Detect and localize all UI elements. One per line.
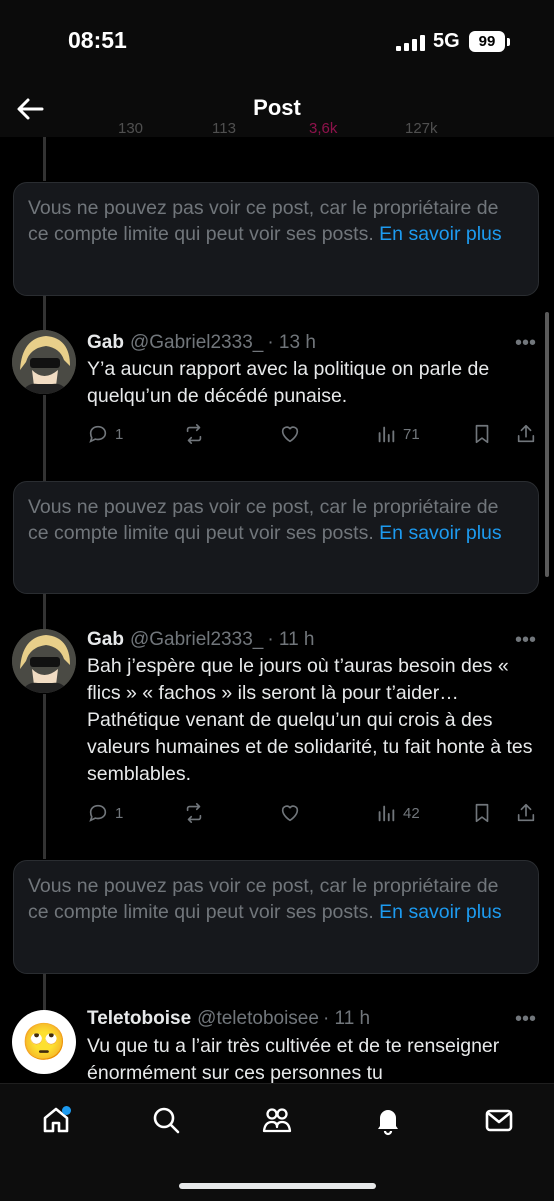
author-handle[interactable]: @Gabriel2333_ — [130, 332, 263, 353]
avatar[interactable] — [12, 629, 76, 693]
tweet-header: Gab @Gabriel2333_ · 11 h — [87, 629, 315, 651]
messages-icon — [485, 1109, 513, 1132]
repost-button[interactable] — [183, 800, 205, 826]
bookmark-button[interactable] — [471, 800, 493, 826]
restricted-post-notice: Vous ne pouvez pas voir ce post, car le … — [13, 860, 539, 974]
reply-button[interactable]: 1 — [87, 800, 123, 826]
tab-messages[interactable] — [477, 1098, 521, 1142]
views-button[interactable]: 42 — [375, 800, 420, 826]
share-icon — [517, 803, 535, 822]
thread-line — [43, 296, 46, 330]
more-options-icon[interactable]: ••• — [515, 1009, 539, 1029]
communities-icon — [262, 1108, 292, 1133]
battery-tip — [507, 38, 510, 46]
bookmark-icon — [475, 424, 489, 444]
reply-count: 1 — [115, 425, 124, 443]
tab-notifications[interactable] — [366, 1098, 410, 1142]
reply-count: 1 — [115, 804, 124, 822]
tab-communities[interactable] — [255, 1098, 299, 1142]
tweet-actions: 1 42 — [87, 800, 539, 826]
author-name[interactable]: Gab — [87, 332, 124, 353]
home-indicator[interactable] — [179, 1183, 376, 1189]
tweet-header: Teletoboise @teletoboisee · 11 h — [87, 1008, 370, 1030]
tab-search[interactable] — [144, 1098, 188, 1142]
avatar[interactable]: 🙄 — [12, 1010, 76, 1074]
author-handle[interactable]: @Gabriel2333_ — [130, 629, 263, 650]
tweet-time: · 13 h — [267, 332, 316, 353]
author-name[interactable]: Gab — [87, 629, 124, 650]
peek-reposts: 113 — [212, 120, 236, 137]
previous-actions-peek: 130 113 3,6k 127k — [0, 120, 554, 144]
bookmark-button[interactable] — [471, 421, 493, 447]
like-button[interactable] — [279, 800, 301, 826]
peek-views: 127k — [405, 120, 438, 137]
views-count: 71 — [403, 425, 420, 443]
tweet-text: Bah j’espère que le jours où t’auras bes… — [87, 655, 533, 785]
views-icon — [378, 805, 395, 822]
status-time: 08:51 — [68, 27, 127, 53]
repost-icon — [186, 424, 202, 444]
status-bar: 08:51 5G 99 — [0, 0, 554, 85]
reply-tweet[interactable]: Gab @Gabriel2333_ · 13 h ••• Y’a aucun rap… — [0, 330, 554, 480]
reply-icon — [89, 804, 107, 822]
more-options-icon[interactable]: ••• — [515, 333, 539, 353]
tab-home[interactable] — [34, 1098, 78, 1142]
like-icon — [281, 426, 299, 443]
bookmark-icon — [475, 803, 489, 823]
tweet-time: · 11 h — [322, 1008, 371, 1029]
page-title: Post — [253, 95, 301, 120]
avatar-image — [12, 629, 76, 693]
network-label: 5G — [433, 30, 460, 52]
avatar-image — [12, 330, 76, 394]
views-button[interactable]: 71 — [375, 421, 420, 447]
repost-icon — [186, 803, 202, 823]
notifications-icon — [378, 1110, 398, 1136]
repost-button[interactable] — [183, 421, 205, 447]
views-icon — [378, 426, 395, 443]
learn-more-link[interactable]: En savoir plus — [379, 223, 501, 245]
author-name[interactable]: Teletoboise — [87, 1008, 191, 1029]
thread-line — [43, 594, 46, 630]
share-icon — [517, 424, 535, 443]
signal-icon — [396, 35, 425, 51]
reply-tweet[interactable]: Gab @Gabriel2333_ · 11 h ••• Bah j’espère … — [0, 629, 554, 859]
tweet-text: Vu que tu a l’air très cultivée et de te… — [87, 1035, 500, 1083]
peek-replies: 130 — [118, 120, 144, 137]
avatar[interactable] — [12, 330, 76, 394]
thread-line — [43, 974, 46, 1010]
battery-icon: 99 — [469, 31, 505, 52]
tweet-actions: 1 71 — [87, 421, 539, 447]
learn-more-link[interactable]: En savoir plus — [379, 901, 501, 923]
notification-dot — [62, 1106, 71, 1115]
peek-likes: 3,6k — [309, 120, 338, 137]
search-icon — [153, 1107, 180, 1134]
reply-icon — [89, 425, 107, 443]
thread-line — [43, 137, 46, 181]
restricted-post-notice: Vous ne pouvez pas voir ce post, car le … — [13, 481, 539, 594]
more-options-icon[interactable]: ••• — [515, 630, 539, 650]
tweet-text: Y’a aucun rapport avec la politique on p… — [87, 358, 490, 407]
share-button[interactable] — [515, 421, 537, 447]
reply-tweet[interactable]: 🙄 Teletoboise @teletoboisee · 11 h ••• Vu … — [0, 1008, 554, 1083]
tweet-time: · 11 h — [267, 629, 315, 650]
reply-button[interactable]: 1 — [87, 421, 123, 447]
author-handle[interactable]: @teletoboisee — [197, 1008, 319, 1029]
share-button[interactable] — [515, 800, 537, 826]
like-button[interactable] — [279, 421, 301, 447]
restricted-post-notice: Vous ne pouvez pas voir ce post, car le … — [13, 182, 539, 296]
scrollbar[interactable] — [545, 312, 549, 577]
like-icon — [281, 805, 299, 822]
views-count: 42 — [403, 804, 420, 822]
learn-more-link[interactable]: En savoir plus — [379, 522, 501, 544]
tweet-header: Gab @Gabriel2333_ · 13 h — [87, 332, 316, 354]
